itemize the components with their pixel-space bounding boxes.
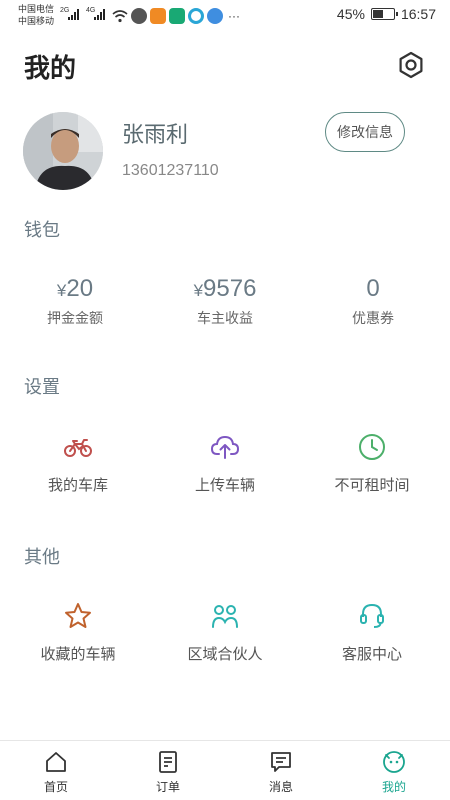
wallet-item-earnings[interactable]: ¥9576 车主收益	[150, 275, 300, 328]
my-garage-item[interactable]: 我的车库	[3, 432, 153, 495]
signal-icon	[68, 8, 82, 20]
grid-label: 上传车辆	[194, 477, 255, 494]
settings-button[interactable]	[396, 50, 426, 80]
grid-label: 我的车库	[47, 477, 108, 494]
grid-label: 区域合伙人	[187, 646, 263, 663]
app-blue-icon	[207, 8, 223, 24]
wallet-currency: ¥	[56, 281, 67, 300]
battery-icon	[370, 8, 398, 20]
battery-percent: 45%	[336, 6, 365, 22]
status-right: 45% 16:57	[337, 6, 436, 22]
app-circle-icon	[188, 8, 204, 24]
settings-section-title: 设置	[24, 377, 60, 397]
wallet-value: 0	[366, 275, 380, 302]
more-notifications: ···	[228, 9, 240, 23]
grid-label: 客服中心	[341, 646, 402, 663]
avatar-photo	[23, 112, 103, 190]
avatar[interactable]	[23, 112, 103, 190]
wallet-currency: ¥	[193, 281, 204, 300]
wallet-value: 20	[66, 275, 94, 302]
cloud-upload-icon	[210, 435, 240, 459]
nav-messages[interactable]: 消息	[225, 750, 337, 795]
wallet-label: 优惠券	[352, 310, 394, 326]
carrier-1: 中国电信	[18, 4, 55, 14]
headset-icon	[360, 603, 384, 628]
home-icon	[46, 752, 66, 772]
regional-partner-item[interactable]: 区域合伙人	[150, 601, 300, 664]
order-icon	[159, 751, 177, 773]
wallet-item-coupons[interactable]: 0 优惠券	[298, 275, 448, 328]
customer-service-item[interactable]: 客服中心	[297, 601, 447, 664]
grid-label: 收藏的车辆	[40, 646, 116, 663]
nav-home[interactable]: 首页	[0, 750, 112, 795]
favorites-item[interactable]: 收藏的车辆	[3, 601, 153, 664]
carrier-2: 中国移动	[18, 16, 55, 26]
grid-label: 不可租时间	[334, 477, 410, 494]
clock-time: 16:57	[400, 6, 436, 22]
wallet-section-title: 钱包	[24, 220, 60, 240]
nav-label: 消息	[268, 780, 293, 794]
nav-orders[interactable]: 订单	[112, 750, 224, 795]
unavailable-time-item[interactable]: 不可租时间	[297, 432, 447, 495]
wallet-label: 押金金额	[47, 310, 103, 326]
user-phone: 13601237110	[122, 162, 219, 179]
signal-icon	[94, 8, 108, 20]
star-icon	[65, 603, 91, 628]
app-green-icon	[169, 8, 185, 24]
wallet-value: 9576	[203, 275, 257, 302]
status-bar: 中国电信 中国移动 2G 4G ··· 45% 16:57	[0, 0, 450, 32]
page-title: 我的	[24, 53, 77, 83]
other-section-title: 其他	[24, 547, 60, 567]
user-name: 张雨利	[122, 122, 189, 147]
wallet-label: 车主收益	[197, 310, 253, 326]
wifi-icon	[112, 10, 128, 23]
wechat-icon	[131, 8, 147, 24]
carrier-names: 中国电信 中国移动	[18, 3, 54, 27]
motorcycle-icon	[64, 439, 92, 457]
notification-icons: ···	[112, 7, 240, 25]
app-orange-icon	[150, 8, 166, 24]
clock-icon	[359, 434, 385, 460]
message-icon	[271, 752, 291, 772]
profile-face-icon	[383, 751, 405, 773]
settings-hexagon-icon	[399, 51, 423, 79]
partners-icon	[212, 605, 238, 628]
nav-profile[interactable]: 我的	[338, 750, 450, 795]
nav-label: 首页	[43, 780, 68, 794]
nav-label: 我的	[381, 780, 406, 794]
wallet-item-deposit[interactable]: ¥20 押金金额	[0, 275, 150, 328]
edit-profile-button[interactable]: 修改信息	[325, 112, 405, 152]
upload-vehicle-item[interactable]: 上传车辆	[150, 432, 300, 495]
nav-label: 订单	[155, 780, 180, 794]
bottom-nav: 首页 订单 消息 我的	[0, 740, 450, 800]
